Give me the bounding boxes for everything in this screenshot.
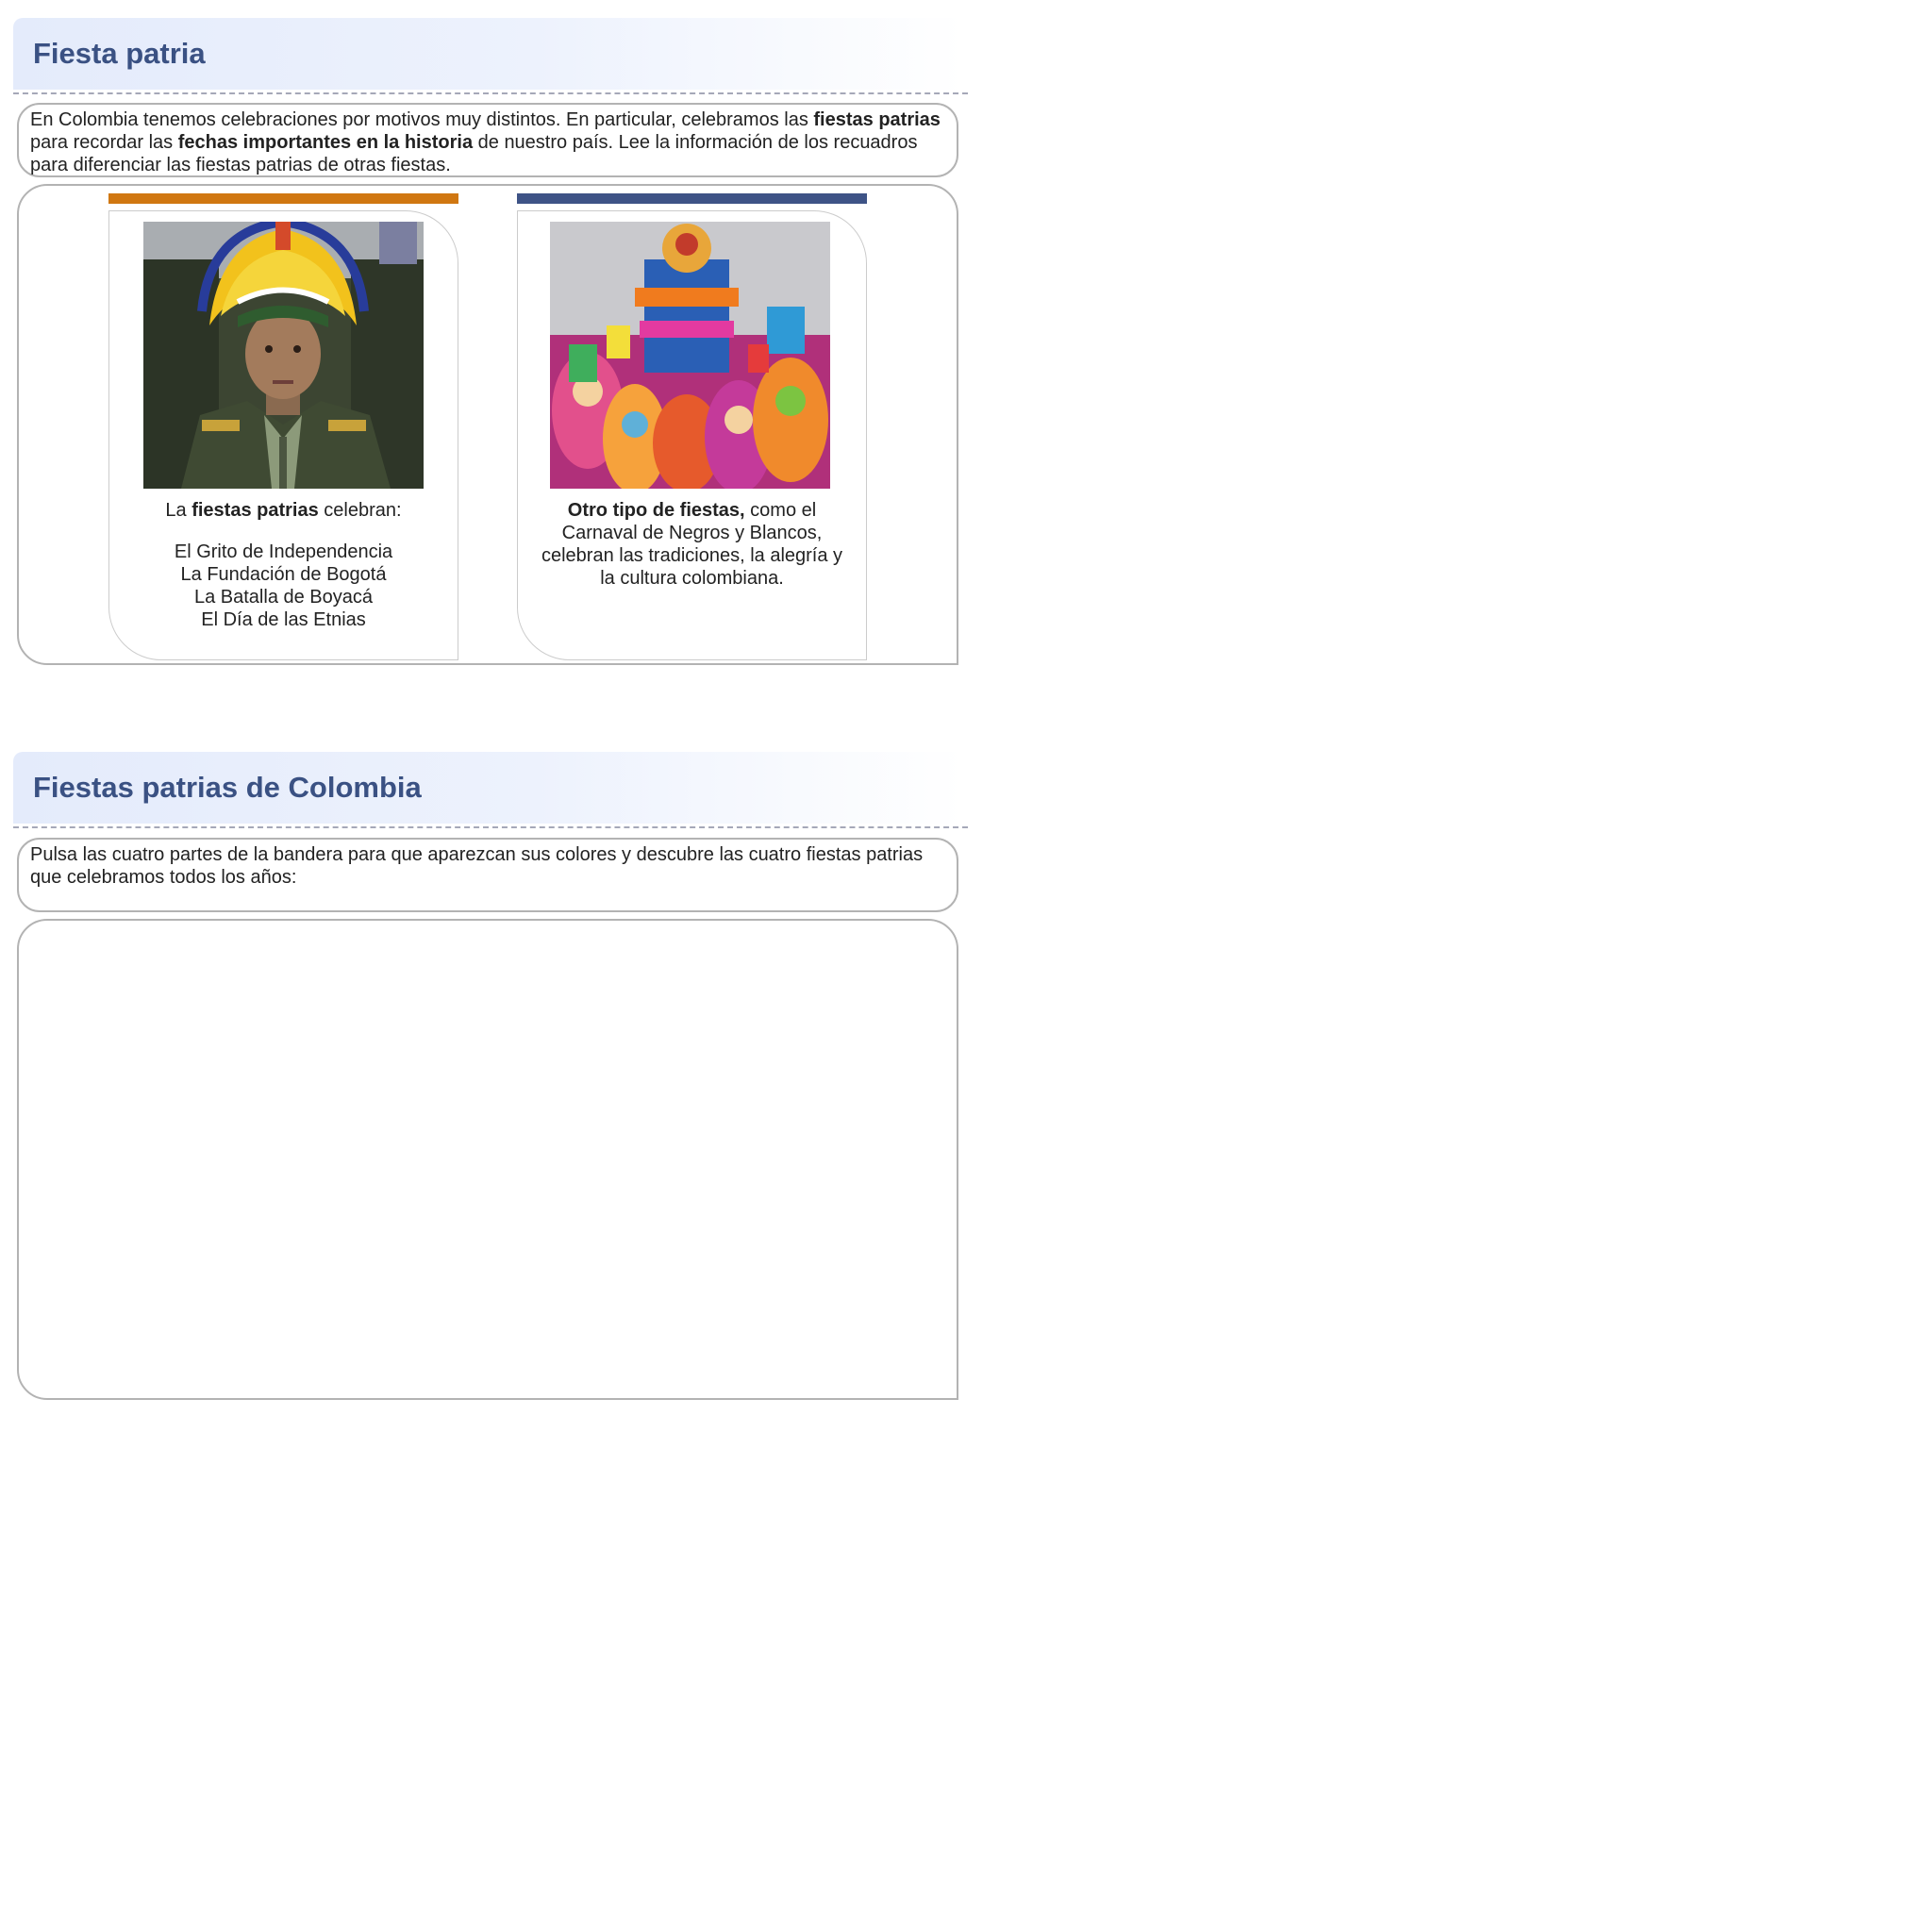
section-title: Fiestas patrias de Colombia (33, 771, 422, 804)
cards-panel: La fiestas patrias celebran: El Grito de… (17, 184, 958, 665)
card-accent-bar-orange (108, 193, 458, 204)
card-lead-bold: Otro tipo de fiestas, (567, 500, 745, 521)
card-text-otras-fiestas: Otro tipo de fiestas, como el Carnaval d… (537, 499, 847, 590)
intro-text-box: En Colombia tenemos celebraciones por mo… (17, 103, 958, 177)
section-header-fiesta-patria: Fiesta patria (13, 18, 964, 90)
card-lead: La fiestas patrias celebran: (128, 499, 439, 522)
section-header-fiestas-patrias-colombia: Fiestas patrias de Colombia (13, 752, 964, 824)
card-otras-fiestas: Otro tipo de fiestas, como el Carnaval d… (517, 210, 867, 660)
carnival-float-photo (550, 222, 830, 489)
intro-bold-1: fiestas patrias (813, 109, 941, 130)
list-item: La Fundación de Bogotá (180, 564, 387, 585)
card-fiestas-patrias: La fiestas patrias celebran: El Grito de… (108, 210, 458, 660)
card-text-fiestas-patrias: La fiestas patrias celebran: El Grito de… (128, 499, 439, 631)
card-lead-post: celebran: (318, 500, 402, 521)
soldier-headdress-photo (143, 222, 424, 489)
list-item: El Día de las Etnias (201, 609, 366, 630)
flag-activity-panel[interactable] (17, 919, 958, 1400)
instructions-text: Pulsa las cuatro partes de la bandera pa… (30, 844, 924, 888)
instructions-text-box: Pulsa las cuatro partes de la bandera pa… (17, 838, 958, 912)
section-title: Fiesta patria (33, 37, 206, 70)
intro-bold-2: fechas importantes en la historia (177, 132, 474, 153)
intro-text-1: En Colombia tenemos celebraciones por mo… (30, 109, 814, 130)
header-divider (13, 92, 968, 94)
header-divider (13, 826, 968, 828)
card-lead-pre: La (165, 500, 192, 521)
list-item: La Batalla de Boyacá (193, 587, 374, 608)
card-accent-bar-blue (517, 193, 867, 204)
card-description: Otro tipo de fiestas, como el Carnaval d… (537, 499, 847, 590)
card-lead-bold: fiestas patrias (192, 500, 319, 521)
intro-text-2: para recordar las (30, 132, 178, 153)
list-item: El Grito de Independencia (174, 541, 393, 562)
